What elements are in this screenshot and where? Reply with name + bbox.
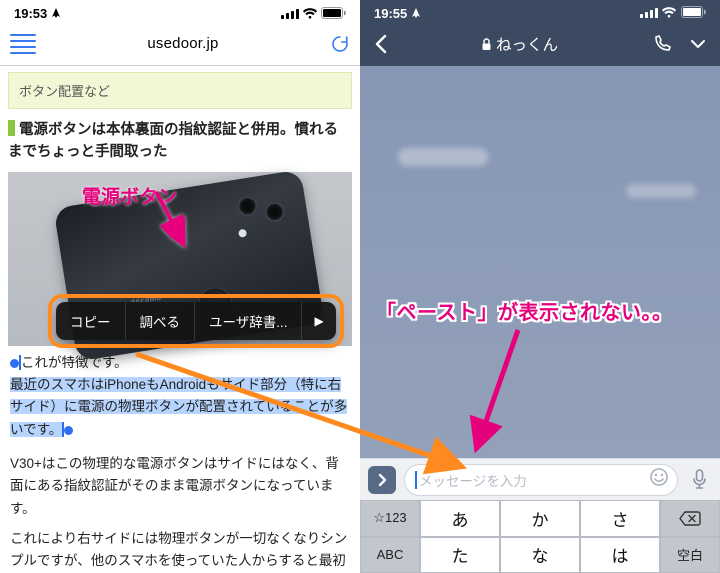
wifi-icon — [661, 7, 677, 18]
message-input[interactable]: メッセージを入力 — [404, 464, 678, 496]
article-p2: V30+はこの物理的な電源ボタンはサイドにはなく、背面にある指紋認証がそのまま電… — [10, 453, 350, 520]
text-caret — [415, 471, 417, 489]
keyboard: ☆123 あ か さ ABC た な は 空白 — [360, 500, 720, 573]
ctx-lookup[interactable]: 調べる — [126, 302, 196, 340]
status-bar: 19:55 — [360, 0, 720, 22]
key-space[interactable]: 空白 — [660, 537, 720, 573]
safari-toolbar: usedoor.jp — [0, 22, 360, 66]
status-indicators — [640, 6, 706, 21]
emoji-button[interactable] — [649, 467, 669, 492]
signal-icon — [281, 8, 299, 19]
message-placeholder: メッセージを入力 — [419, 470, 527, 490]
address-bar[interactable]: usedoor.jp — [147, 35, 218, 52]
chat-header: ねっくん — [360, 22, 720, 66]
key-abc[interactable]: ABC — [360, 537, 420, 573]
status-bar: 19:53 — [0, 0, 360, 22]
ctx-more[interactable]: ▶ — [302, 302, 335, 340]
key-ha[interactable]: は — [580, 537, 660, 573]
back-button[interactable] — [374, 34, 387, 54]
line-screen: 19:55 ねっくん メッセージを入力 — [360, 0, 720, 573]
key-sa[interactable]: さ — [580, 500, 660, 537]
menu-button[interactable] — [690, 39, 706, 49]
expand-button[interactable] — [368, 466, 396, 494]
reader-button[interactable] — [10, 31, 36, 57]
notice-box: ボタン配置など — [8, 72, 352, 109]
battery-icon — [321, 7, 346, 19]
key-delete[interactable] — [660, 500, 720, 537]
voice-button[interactable] — [686, 469, 712, 491]
key-ta[interactable]: た — [420, 537, 500, 573]
key-a[interactable]: あ — [420, 500, 500, 537]
article-body: これが特徴です。 最近のスマホはiPhoneもAndroidもサイド部分（特に右… — [8, 348, 352, 573]
message-input-bar: メッセージを入力 — [360, 458, 720, 500]
chat-body[interactable] — [360, 66, 720, 458]
triangle-right-icon: ▶ — [314, 314, 323, 328]
signal-icon — [640, 7, 658, 18]
status-indicators — [281, 7, 346, 19]
ctx-userdict[interactable]: ユーザ辞書... — [195, 302, 302, 340]
delete-icon — [679, 511, 701, 526]
wifi-icon — [302, 8, 318, 19]
safari-screen: 19:53 usedoor.jp ボタン配置など 電源ボタンは本体裏面の指紋認証… — [0, 0, 360, 573]
key-na[interactable]: な — [500, 537, 580, 573]
status-time: 19:53 — [14, 6, 61, 21]
overlay-caption: 「ペースト」が表示されない。。 — [376, 296, 673, 325]
ctx-copy[interactable]: コピー — [56, 302, 126, 340]
selection-start-handle[interactable] — [10, 359, 19, 368]
reload-button[interactable] — [330, 34, 350, 54]
key-ka[interactable]: か — [500, 500, 580, 537]
status-time: 19:55 — [374, 6, 421, 21]
call-button[interactable] — [652, 34, 672, 54]
battery-icon — [681, 6, 706, 18]
lock-icon — [481, 38, 492, 51]
article-p1a: これが特徴です。 — [21, 355, 128, 370]
key-num[interactable]: ☆123 — [360, 500, 420, 537]
article-photo: dōcomo 電源ボタン コピー 調べる ユーザ辞書... ▶ — [8, 172, 352, 346]
text-context-menu: コピー 調べる ユーザ辞書... ▶ — [56, 302, 336, 340]
article-p1b-selected: 最近のスマホはiPhoneもAndroidもサイド部分（特に右サイド）に電源の物… — [10, 377, 347, 437]
article-heading: 電源ボタンは本体裏面の指紋認証と併用。慣れるまでちょっと手間取った — [8, 119, 352, 164]
article-p3: これにより右サイドには物理ボタンが一切なくなりシンプルですが、他のスマホを使って… — [10, 528, 350, 573]
selection-end-handle[interactable] — [64, 426, 73, 435]
chat-title: ねっくん — [481, 33, 558, 55]
